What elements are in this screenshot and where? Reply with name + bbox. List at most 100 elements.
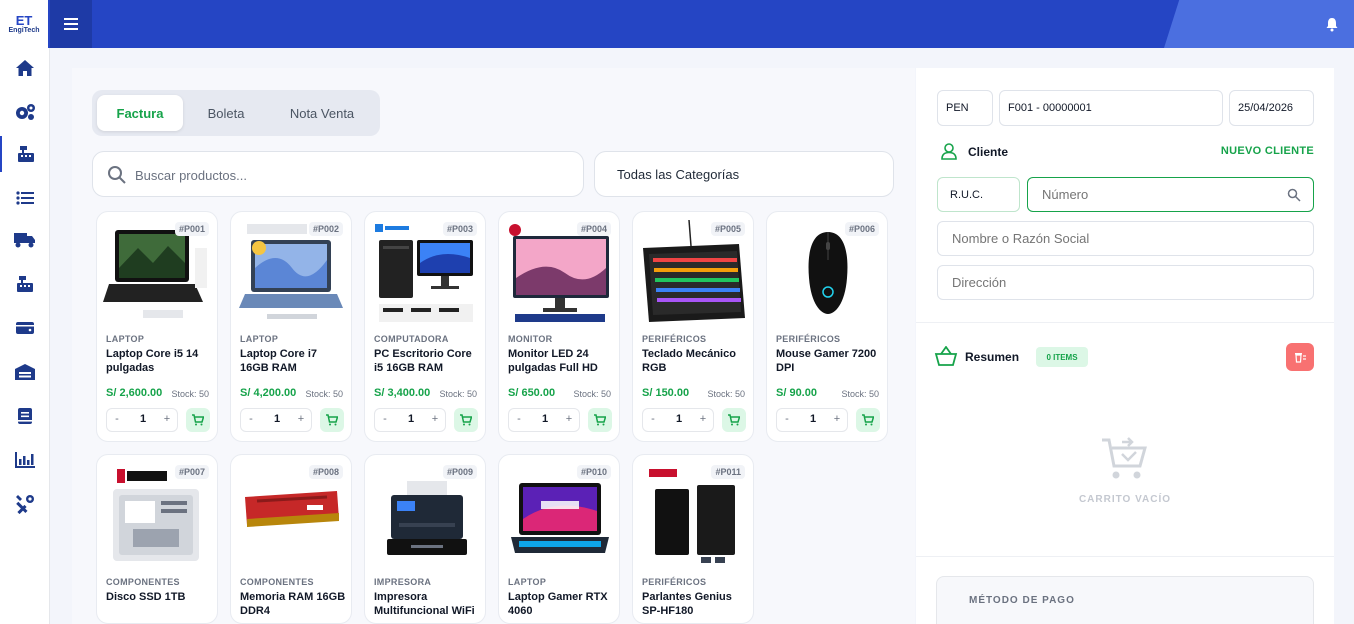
product-card[interactable]: #P004 MONITOR Monitor LED 24 pulgadas Fu… <box>498 211 620 442</box>
user-icon <box>941 143 957 160</box>
cash-register-icon <box>17 276 33 292</box>
address-field[interactable] <box>937 265 1314 300</box>
document-number-field[interactable] <box>1027 177 1314 212</box>
quantity-value[interactable]: 1 <box>129 413 157 425</box>
product-card[interactable]: #P008 COMPONENTES Memoria RAM 16GB DDR4 <box>230 454 352 624</box>
product-code: #P009 <box>442 465 477 479</box>
bell-icon <box>1326 17 1338 31</box>
product-name: Laptop Core i5 14 pulgadas <box>106 348 199 374</box>
product-code: #P004 <box>576 222 611 236</box>
product-card[interactable]: #P010 LAPTOP Laptop Gamer RTX 4060 <box>498 454 620 624</box>
decrease-button[interactable]: - <box>110 413 124 425</box>
sidebar-item-warehouse[interactable] <box>0 354 50 390</box>
tab-boleta[interactable]: Boleta <box>185 95 267 131</box>
product-name: Parlantes Genius SP-HF180 <box>642 591 732 617</box>
increase-button[interactable]: + <box>562 413 576 425</box>
menu-toggle-button[interactable] <box>50 0 92 48</box>
decrease-button[interactable]: - <box>244 413 258 425</box>
product-card[interactable]: #P003 COMPUTADORA PC Escritorio Core i5 … <box>364 211 486 442</box>
empty-cart-text: CARRITO VACÍO <box>1078 494 1172 505</box>
product-price: S/ 2,600.00 <box>106 387 163 399</box>
quantity-value[interactable]: 1 <box>665 413 693 425</box>
sidebar-item-home[interactable] <box>0 50 50 86</box>
increase-button[interactable]: + <box>696 413 710 425</box>
client-name-input[interactable] <box>952 231 1292 246</box>
product-category: PERIFÉRICOS <box>642 577 707 587</box>
logo-text: EngiTech <box>8 26 40 34</box>
product-card[interactable]: #P011 PERIFÉRICOS Parlantes Genius SP-HF… <box>632 454 754 624</box>
increase-button[interactable]: + <box>160 413 174 425</box>
product-card[interactable]: #P005 PERIFÉRICOS Teclado Mecánico RGB S… <box>632 211 754 442</box>
decrease-button[interactable]: - <box>780 413 794 425</box>
product-card[interactable]: #P009 IMPRESORA Impresora Multifuncional… <box>364 454 486 624</box>
notifications-button[interactable] <box>1322 14 1342 34</box>
decrease-button[interactable]: - <box>512 413 526 425</box>
quantity-value[interactable]: 1 <box>531 413 559 425</box>
add-to-cart-button[interactable] <box>454 408 478 432</box>
quantity-stepper: - 1 + <box>508 408 580 432</box>
series-number-field[interactable]: F001 - 00000001 <box>999 90 1223 126</box>
basket-icon <box>934 346 958 366</box>
product-code: #P005 <box>710 222 745 236</box>
decrease-button[interactable]: - <box>378 413 392 425</box>
book-icon <box>18 408 32 424</box>
increase-button[interactable]: + <box>294 413 308 425</box>
product-search[interactable] <box>92 151 584 197</box>
increase-button[interactable]: + <box>428 413 442 425</box>
sidebar-item-settings[interactable] <box>0 94 50 130</box>
sidebar-item-list[interactable] <box>0 180 50 216</box>
add-to-cart-button[interactable] <box>722 408 746 432</box>
product-card[interactable]: #P001 LAPTOP Laptop Core i5 14 pulgadas … <box>96 211 218 442</box>
cart-plus-icon <box>862 414 874 426</box>
product-category: COMPONENTES <box>240 577 314 587</box>
product-name: Impresora Multifuncional WiFi <box>374 591 475 617</box>
product-card[interactable]: #P007 COMPONENTES Disco SSD 1TB <box>96 454 218 624</box>
product-code: #P003 <box>442 222 477 236</box>
product-card[interactable]: #P002 LAPTOP Laptop Core i7 16GB RAM S/ … <box>230 211 352 442</box>
add-to-cart-button[interactable] <box>856 408 880 432</box>
client-name-field[interactable] <box>937 221 1314 256</box>
product-code: #P006 <box>844 222 879 236</box>
document-type-select[interactable]: R.U.C. <box>937 177 1020 212</box>
address-input[interactable] <box>952 275 1292 290</box>
tab-factura[interactable]: Factura <box>97 95 183 131</box>
product-name: Teclado Mecánico RGB <box>642 348 736 374</box>
decrease-button[interactable]: - <box>646 413 660 425</box>
wallet-icon <box>16 322 34 334</box>
category-select[interactable]: Todas las Categorías <box>594 151 894 197</box>
product-category: LAPTOP <box>240 334 279 344</box>
sidebar-item-book[interactable] <box>0 398 50 434</box>
search-input[interactable] <box>135 164 555 186</box>
sidebar-item-cash[interactable] <box>0 266 50 302</box>
divider <box>916 322 1334 323</box>
new-client-button[interactable]: NUEVO CLIENTE <box>1221 145 1314 157</box>
document-type-tabs: Factura Boleta Nota Venta <box>92 90 380 136</box>
quantity-value[interactable]: 1 <box>799 413 827 425</box>
add-to-cart-button[interactable] <box>588 408 612 432</box>
tab-nota-venta[interactable]: Nota Venta <box>270 95 374 131</box>
home-icon <box>16 60 34 76</box>
product-code: #P001 <box>174 222 209 236</box>
sidebar-item-tools[interactable] <box>0 486 50 522</box>
sidebar <box>0 48 50 624</box>
document-number-input[interactable] <box>1042 187 1282 202</box>
increase-button[interactable]: + <box>830 413 844 425</box>
payment-method-section[interactable]: MÉTODO DE PAGO <box>936 576 1314 624</box>
sidebar-item-wallet[interactable] <box>0 310 50 346</box>
quantity-value[interactable]: 1 <box>397 413 425 425</box>
sidebar-item-pos[interactable] <box>0 136 50 172</box>
date-field[interactable]: 25/04/2026 <box>1229 90 1314 126</box>
quantity-value[interactable]: 1 <box>263 413 291 425</box>
sidebar-item-delivery[interactable] <box>0 222 50 258</box>
sidebar-item-reports[interactable] <box>0 442 50 478</box>
chart-bar-icon <box>15 452 35 468</box>
quantity-stepper: - 1 + <box>642 408 714 432</box>
app-logo[interactable]: ET EngiTech <box>0 0 48 48</box>
add-to-cart-button[interactable] <box>186 408 210 432</box>
product-stock: Stock: 50 <box>171 389 209 399</box>
clear-cart-button[interactable] <box>1286 343 1314 371</box>
product-card[interactable]: #P006 PERIFÉRICOS Mouse Gamer 7200 DPI S… <box>766 211 888 442</box>
add-to-cart-button[interactable] <box>320 408 344 432</box>
quantity-stepper: - 1 + <box>776 408 848 432</box>
currency-select[interactable]: PEN <box>937 90 993 126</box>
